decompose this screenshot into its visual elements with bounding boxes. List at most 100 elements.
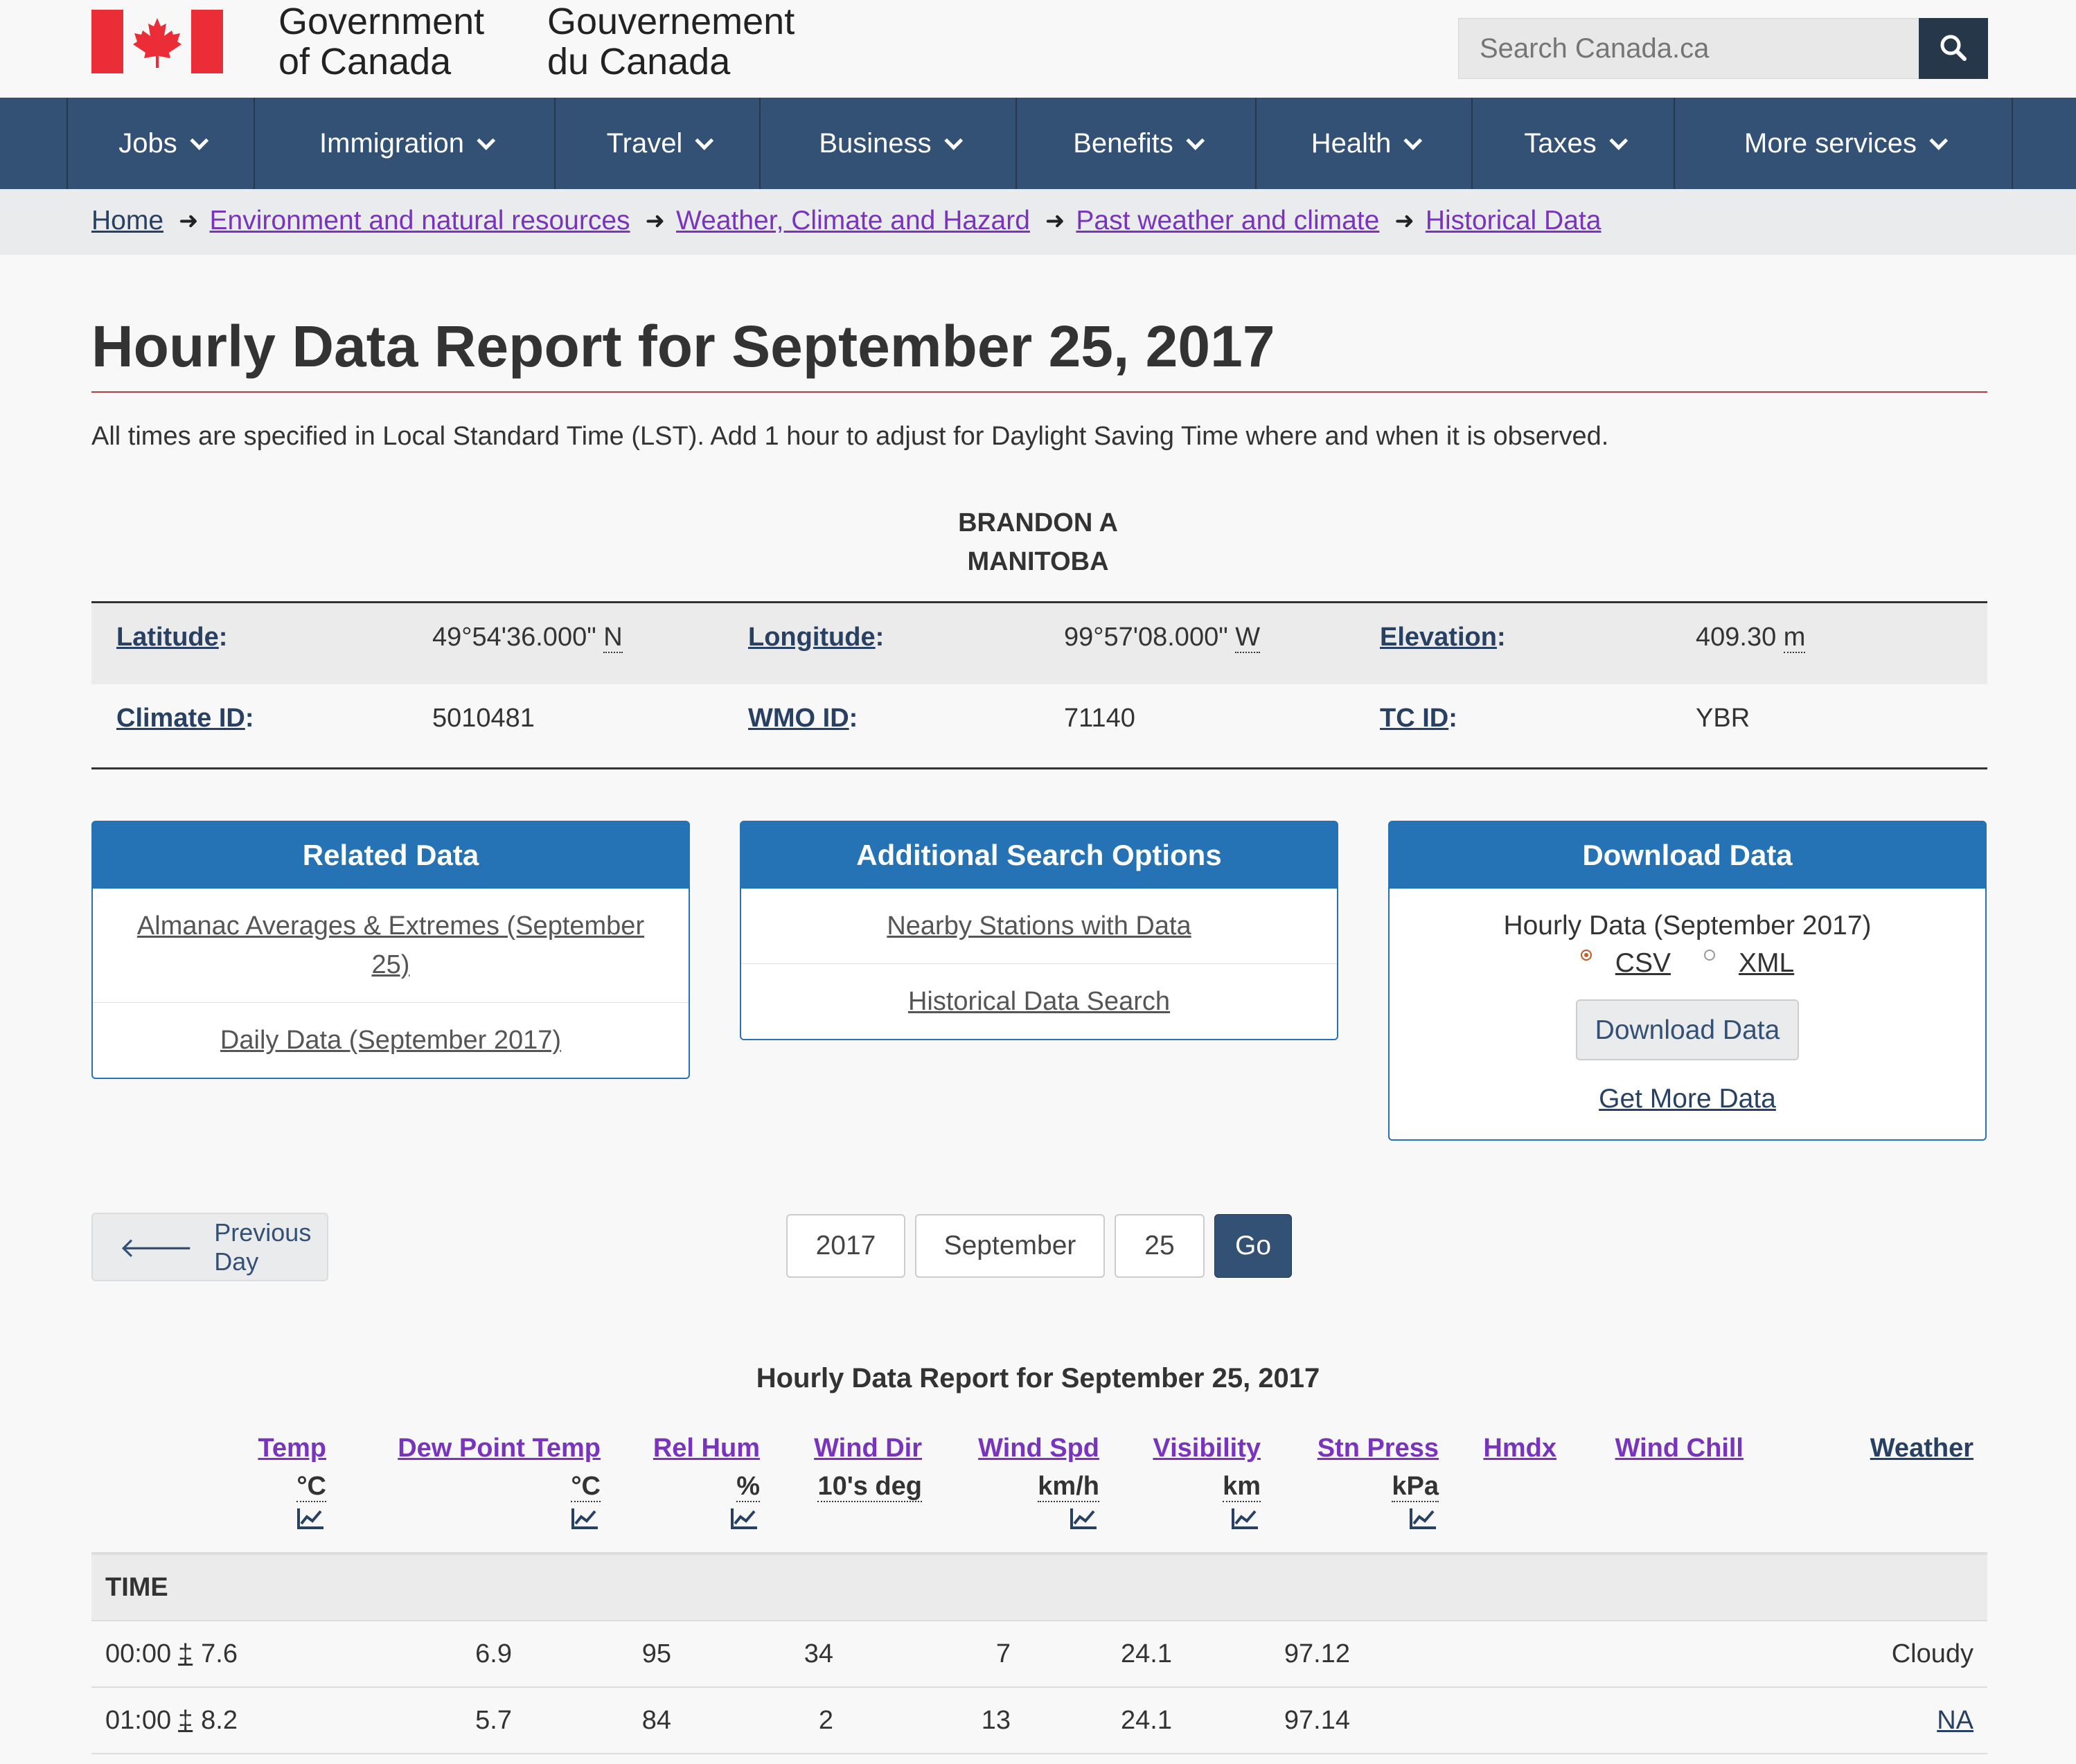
quality-flag-link[interactable]: ‡ (178, 1639, 193, 1668)
visibility-cell: 24.1 (1121, 1639, 1172, 1668)
column-link[interactable]: Weather (1870, 1429, 1973, 1467)
chevron-down-icon (695, 131, 714, 150)
column-header-wind-chill: Wind Chill (1615, 1429, 1744, 1467)
time-label: TIME (105, 1573, 168, 1602)
time-header-row: TIME (91, 1555, 1987, 1621)
arrow-right-icon: ➜ (179, 208, 199, 234)
panel-title: Additional Search Options (741, 822, 1337, 889)
stn-press-cell: 97.14 (1284, 1706, 1350, 1735)
breadcrumb-weather[interactable]: Weather, Climate and Hazard (676, 206, 1030, 236)
nearby-stations-link[interactable]: Nearby Stations with Data (741, 889, 1337, 963)
daily-data-link[interactable]: Daily Data (September 2017) (93, 1002, 689, 1078)
day-select[interactable]: 25 (1115, 1214, 1205, 1278)
breadcrumb-home[interactable]: Home (91, 206, 163, 236)
longitude-label[interactable]: Longitude: (748, 623, 884, 652)
column-link[interactable]: Wind Spd (978, 1429, 1099, 1467)
wmo-id-label[interactable]: WMO ID: (748, 704, 858, 733)
main-menu: Jobs Immigration Travel Business Benefit… (0, 98, 2076, 189)
menu-divider (2012, 98, 2013, 189)
column-link[interactable]: Wind Dir (814, 1429, 922, 1467)
menu-item-business[interactable]: Business (759, 98, 1015, 189)
column-header-wind-dir: Wind Dir 10's deg (814, 1429, 922, 1506)
tc-id-label[interactable]: TC ID: (1380, 704, 1457, 733)
column-link[interactable]: Stn Press (1318, 1429, 1439, 1467)
elevation-label[interactable]: Elevation: (1380, 623, 1506, 652)
month-select[interactable]: September (915, 1214, 1105, 1278)
longitude-number: 99°57'08.000" (1064, 623, 1228, 652)
almanac-link[interactable]: Almanac Averages & Extremes (September 2… (93, 889, 689, 1002)
xml-label[interactable]: XML (1739, 948, 1794, 979)
table-row: 01:00 ‡ 8.2 5.7 84 2 13 24.1 97.14 NA (91, 1688, 1987, 1754)
column-link[interactable]: Hmdx (1483, 1429, 1556, 1467)
menu-item-health[interactable]: Health (1255, 98, 1471, 189)
station-province: MANITOBA (967, 547, 1109, 576)
column-header-wind-spd: Wind Spd km/h (978, 1429, 1099, 1540)
column-header-stn-press: Stn Press kPa (1318, 1429, 1439, 1540)
time-cell: 01:00 ‡ (105, 1706, 193, 1736)
chevron-down-icon (1929, 131, 1949, 150)
signature-fr-line1: Gouvernement (547, 1, 795, 42)
menu-item-jobs[interactable]: Jobs (66, 98, 254, 189)
line-chart-icon[interactable] (1069, 1506, 1099, 1531)
go-button[interactable]: Go (1214, 1214, 1292, 1278)
search-input[interactable] (1458, 18, 1919, 79)
breadcrumb-past-weather[interactable]: Past weather and climate (1076, 206, 1379, 236)
chevron-down-icon (190, 131, 209, 150)
line-chart-icon[interactable] (296, 1506, 326, 1531)
signature-english[interactable]: Government of Canada (278, 1, 484, 82)
line-chart-icon[interactable] (1230, 1506, 1261, 1531)
menu-label: Health (1311, 127, 1392, 159)
longitude-direction: W (1235, 623, 1261, 653)
previous-day-button[interactable]: 🡐 Previous Day (91, 1213, 328, 1281)
weather-na-link[interactable]: NA (1937, 1706, 1973, 1736)
menu-item-taxes[interactable]: Taxes (1471, 98, 1674, 189)
site-header: Government of Canada Gouvernement du Can… (0, 0, 2076, 98)
wind-spd-cell: 7 (995, 1639, 1011, 1668)
download-button[interactable]: Download Data (1576, 999, 1799, 1060)
menu-item-benefits[interactable]: Benefits (1015, 98, 1255, 189)
arrow-right-icon: ➜ (1045, 208, 1065, 234)
additional-search-panel: Additional Search Options Nearby Station… (740, 821, 1338, 1040)
dew-point-cell: 5.7 (475, 1706, 512, 1735)
latitude-label[interactable]: Latitude: (116, 623, 227, 652)
chevron-down-icon (943, 131, 963, 150)
wmo-id-value: 71140 (1064, 704, 1135, 733)
climate-id-label[interactable]: Climate ID: (116, 704, 254, 733)
menu-item-immigration[interactable]: Immigration (254, 98, 554, 189)
get-more-data-link[interactable]: Get More Data (1390, 1084, 1985, 1114)
column-link[interactable]: Visibility (1153, 1429, 1261, 1467)
csv-radio[interactable] (1580, 950, 1592, 961)
column-link[interactable]: Rel Hum (653, 1429, 760, 1467)
historical-search-link[interactable]: Historical Data Search (741, 963, 1337, 1039)
quality-flag-link[interactable]: ‡ (178, 1706, 193, 1735)
column-header-visibility: Visibility km (1153, 1429, 1261, 1540)
search-button[interactable] (1919, 18, 1988, 79)
column-unit: °C (296, 1472, 326, 1502)
column-unit: km/h (1038, 1472, 1099, 1502)
column-link[interactable]: Wind Chill (1615, 1429, 1744, 1467)
menu-item-more-services[interactable]: More services (1674, 98, 2012, 189)
column-link[interactable]: Dew Point Temp (398, 1429, 601, 1467)
menu-label: Jobs (118, 127, 177, 159)
search-icon (1940, 35, 1967, 61)
xml-radio[interactable] (1704, 950, 1715, 961)
menu-item-travel[interactable]: Travel (554, 98, 759, 189)
menu-label: More services (1744, 127, 1917, 159)
breadcrumb-historical-data[interactable]: Historical Data (1426, 206, 1602, 236)
year-select[interactable]: 2017 (786, 1214, 905, 1278)
line-chart-icon[interactable] (1408, 1506, 1439, 1531)
chevron-down-icon (477, 131, 496, 150)
column-unit: km (1223, 1472, 1261, 1502)
latitude-value: 49°54'36.000" N (432, 623, 623, 653)
csv-label[interactable]: CSV (1615, 948, 1671, 979)
menu-label: Travel (606, 127, 683, 159)
line-chart-icon[interactable] (570, 1506, 601, 1531)
wind-spd-cell: 13 (981, 1706, 1011, 1735)
signature-french[interactable]: Gouvernement du Canada (547, 1, 795, 82)
column-link[interactable]: Temp (258, 1429, 326, 1467)
rel-hum-cell: 95 (641, 1639, 671, 1668)
breadcrumb-environment[interactable]: Environment and natural resources (210, 206, 630, 236)
column-header-weather: Weather (1870, 1429, 1973, 1467)
column-header-rel-hum: Rel Hum % (653, 1429, 760, 1540)
line-chart-icon[interactable] (729, 1506, 760, 1531)
